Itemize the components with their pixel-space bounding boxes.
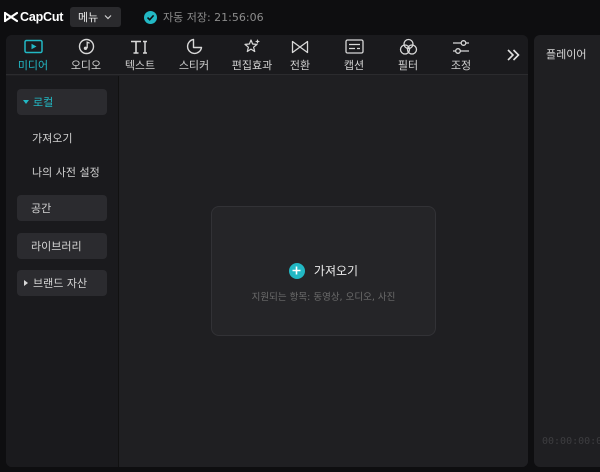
import-label: 가져오기 [313,264,359,278]
menu-label: 메뉴 [78,11,99,24]
menu-button[interactable]: 메뉴 [70,7,121,27]
sidebar-item-label: 나의 사전 설정 [32,166,100,179]
audio-icon [76,38,96,55]
caret-right-icon [24,280,28,286]
effects-icon [242,38,262,55]
sidebar-item-library[interactable]: 라이브러리 [17,233,107,259]
tab-label: 미디어 [17,59,49,72]
sidebar-item-label: 공간 [31,202,52,215]
tab-filter[interactable]: 필터 [383,35,433,75]
player-panel: 플레이어 00:00:00:00 [534,35,600,467]
plus-icon [288,262,305,279]
import-row: 가져오기 [212,262,435,279]
tab-sticker[interactable]: 스티커 [169,35,219,75]
tab-label: 조정 [450,59,472,72]
media-content-area: 가져오기 지원되는 항목: 동영상, 오디오, 사진 [120,76,528,467]
tab-label: 편집효과 [231,59,273,72]
tab-label: 전환 [289,59,311,72]
sticker-icon [184,38,204,55]
tab-adjust[interactable]: 조정 [436,35,486,75]
sidebar-item-label: 가져오기 [32,132,73,145]
sidebar-item-label: 로컬 [33,96,54,109]
top-bar: CapCut 메뉴 자동 저장: 21:56:06 [0,0,600,34]
tab-text[interactable]: 텍스트 [115,35,165,75]
tab-label: 필터 [397,59,419,72]
filter-icon [398,38,418,55]
check-icon [144,10,157,24]
sidebar-item-label: 라이브러리 [31,240,82,253]
app-logo: CapCut [4,9,63,25]
tab-label: 캡션 [343,59,365,72]
sidebar-item-brand-assets[interactable]: 브랜드 자산 [17,270,107,296]
media-icon [23,38,43,55]
sidebar-item-import[interactable]: 가져오기 [17,125,107,151]
tab-effects[interactable]: 편집효과 [225,35,279,75]
text-icon [130,38,150,55]
sidebar-item-space[interactable]: 공간 [17,195,107,221]
sidebar-item-my-presets[interactable]: 나의 사전 설정 [17,159,117,185]
tab-media[interactable]: 미디어 [8,35,58,75]
category-tab-bar: 미디어 오디오 텍스트 스티커 편집효과 전환 캡션 필터 조정 [6,35,528,75]
sidebar-item-label: 브랜드 자산 [33,277,88,290]
tab-label: 오디오 [70,59,102,72]
adjust-icon [451,38,471,55]
capcut-logo-icon [4,11,18,23]
media-sidebar: 로컬 가져오기 나의 사전 설정 공간 라이브러리 브랜드 자산 [6,76,119,467]
import-dropzone[interactable]: 가져오기 지원되는 항목: 동영상, 오디오, 사진 [211,206,436,336]
logo-text: CapCut [20,10,64,24]
caption-icon [344,38,364,55]
supported-formats-text: 지원되는 항목: 동영상, 오디오, 사진 [251,292,396,303]
autosave-status: 자동 저장: 21:56:06 [144,10,264,24]
tab-audio[interactable]: 오디오 [61,35,111,75]
chevron-down-icon [104,15,112,20]
tab-label: 텍스트 [124,59,156,72]
tab-label: 스티커 [178,59,210,72]
tab-caption[interactable]: 캡션 [329,35,379,75]
autosave-text: 자동 저장: 21:56:06 [163,11,264,24]
double-chevron-right-icon[interactable] [505,47,521,63]
transition-icon [290,38,310,55]
tab-transition[interactable]: 전환 [275,35,325,75]
media-panel: 미디어 오디오 텍스트 스티커 편집효과 전환 캡션 필터 조정 로컬 가져오기… [6,35,528,467]
sidebar-item-local[interactable]: 로컬 [17,89,107,115]
caret-down-icon [23,100,29,104]
player-timecode: 00:00:00:00 [542,436,600,447]
player-title: 플레이어 [546,48,587,61]
